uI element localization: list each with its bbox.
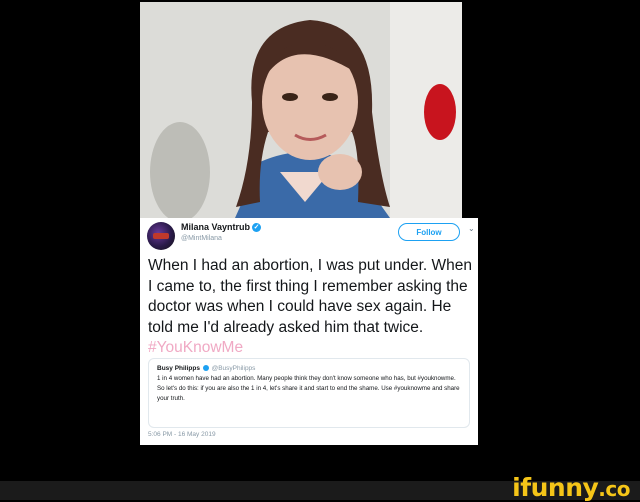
author-name-text[interactable]: Milana Vayntrub — [181, 222, 250, 232]
quoted-tweet-text: 1 in 4 women have had an abortion. Many … — [157, 375, 460, 402]
tweet-card: Milana Vayntrub ✓ @MintMilana Follow ⌄ Wh… — [140, 218, 478, 445]
verified-badge-icon — [202, 365, 209, 372]
portrait-photo — [140, 2, 462, 218]
hashtag-link[interactable]: #YouKnowMe — [148, 339, 243, 356]
follow-button[interactable]: Follow — [398, 223, 460, 241]
tweet-body: When I had an abortion, I was put under.… — [148, 256, 474, 359]
quoted-tweet[interactable]: Busy Philipps @BusyPhilipps 1 in 4 women… — [148, 358, 470, 428]
author-handle[interactable]: @MintMilana — [181, 235, 222, 242]
quoted-author-name: Busy Philipps — [157, 365, 200, 372]
verified-badge-icon: ✓ — [252, 223, 262, 233]
ifunny-logo: ifunny.co — [512, 473, 630, 502]
portrait-illustration — [140, 2, 462, 218]
author-name[interactable]: Milana Vayntrub ✓ — [181, 222, 262, 233]
chevron-down-icon[interactable]: ⌄ — [468, 224, 475, 233]
tweet-text: When I had an abortion, I was put under.… — [148, 257, 472, 336]
brand-name: ifunny — [512, 473, 599, 502]
tweet-timestamp[interactable]: 5:06 PM - 16 May 2019 — [148, 431, 216, 438]
quoted-author-handle: @BusyPhilipps — [211, 365, 256, 372]
avatar[interactable] — [147, 222, 175, 250]
quoted-author: Busy Philipps @BusyPhilipps — [157, 365, 461, 372]
brand-suffix: .co — [598, 477, 630, 501]
